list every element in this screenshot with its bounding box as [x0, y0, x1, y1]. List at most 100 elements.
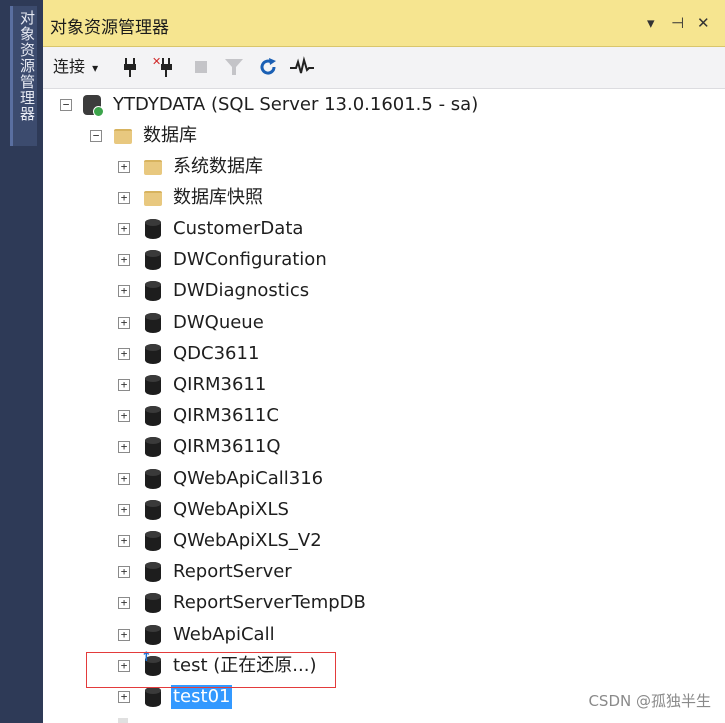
panel-titlebar: 对象资源管理器 ▾ ⊣ ✕: [43, 0, 725, 47]
tree-database-item[interactable]: + QDC3611: [43, 342, 725, 366]
database-icon: [145, 531, 161, 551]
database-icon: [145, 437, 161, 458]
database-label: QWebApiXLS_V2: [173, 530, 322, 551]
tree-server-node[interactable]: − YTDYDATA (SQL Server 13.0.1601.5 - sa): [43, 93, 725, 117]
expand-icon[interactable]: +: [118, 223, 130, 235]
expand-icon[interactable]: +: [118, 347, 130, 360]
window-position-dropdown-icon[interactable]: ▾: [647, 14, 655, 32]
database-label: QWebApiXLS: [173, 498, 289, 520]
tree-database-item[interactable]: + QIRM3611Q: [43, 435, 725, 459]
tree-database-item[interactable]: + QIRM3611: [43, 373, 725, 397]
selected-db-label: test01: [171, 685, 233, 709]
tree-database-item[interactable]: + ReportServer: [43, 560, 725, 584]
expand-icon[interactable]: +: [118, 316, 130, 329]
server-connected-dot: [93, 106, 104, 117]
watermark: CSDN @孤独半生: [588, 692, 711, 710]
tree-databases-folder[interactable]: − 数据库: [43, 124, 725, 148]
expand-icon[interactable]: +: [118, 566, 130, 579]
tree-database-item[interactable]: + DWConfiguration: [43, 248, 725, 272]
database-label: QIRM3611Q: [173, 436, 281, 458]
stop-icon[interactable]: [194, 56, 208, 78]
database-label: ReportServerTempDB: [173, 592, 366, 614]
database-icon: [145, 312, 161, 333]
database-icon: [145, 343, 161, 364]
database-label: QIRM3611C: [173, 405, 279, 427]
folder-icon: [114, 129, 132, 144]
expand-icon[interactable]: +: [118, 254, 130, 267]
tree-database-item[interactable]: + ReportServerTempDB: [43, 591, 725, 615]
database-label: ReportServer: [173, 561, 292, 583]
expand-icon[interactable]: +: [118, 379, 130, 391]
expand-icon[interactable]: +: [118, 628, 130, 641]
expand-icon[interactable]: +: [118, 503, 130, 516]
disconnect-icon[interactable]: ✕: [152, 55, 174, 78]
folder-icon: [144, 160, 162, 175]
tree-database-item[interactable]: + WebApiCall: [43, 623, 725, 647]
database-icon: [145, 624, 161, 645]
database-icon: [145, 687, 161, 707]
database-label: DWQueue: [173, 311, 264, 333]
close-icon[interactable]: ✕: [697, 14, 710, 32]
expand-icon[interactable]: +: [118, 535, 130, 547]
tree-database-item[interactable]: + QWebApiXLS_V2: [43, 529, 725, 553]
object-explorer-panel: 对象资源管理器 ▾ ⊣ ✕ 连接 ▾ ✕ − YTDYDATA (SQL Ser…: [43, 0, 725, 723]
tree-database-item[interactable]: + QIRM3611C: [43, 404, 725, 428]
expand-icon[interactable]: +: [118, 472, 130, 485]
database-icon: [145, 375, 161, 395]
annotation-highlight-box: [86, 652, 336, 688]
expand-icon[interactable]: +: [118, 691, 130, 703]
database-icon: [145, 281, 161, 302]
connect-label: 连接: [53, 57, 86, 76]
chevron-down-icon: ▾: [92, 61, 99, 75]
collapse-icon[interactable]: −: [90, 130, 102, 142]
database-label: CustomerData: [173, 218, 304, 239]
connect-button[interactable]: 连接 ▾: [53, 56, 98, 78]
tree-system-databases[interactable]: + 系统数据库: [43, 155, 725, 179]
collapse-icon[interactable]: −: [60, 99, 72, 111]
expand-icon[interactable]: +: [118, 597, 130, 610]
database-icon: [145, 250, 161, 271]
partial-row-cutoff: [118, 718, 128, 723]
filter-icon[interactable]: [224, 56, 244, 78]
expand-icon[interactable]: +: [118, 192, 130, 204]
tree-database-item[interactable]: + DWQueue: [43, 311, 725, 335]
tree-database-item[interactable]: + CustomerData: [43, 217, 725, 241]
databases-folder-label: 数据库: [143, 125, 197, 146]
database-icon: [145, 406, 161, 427]
tree-database-item[interactable]: + QWebApiXLS: [43, 498, 725, 522]
snapshots-label: 数据库快照: [173, 187, 263, 208]
database-label: QIRM3611: [173, 374, 267, 395]
database-icon: [145, 468, 161, 489]
side-tab-label: 对象资源管理器: [18, 10, 36, 122]
tree-database-snapshots[interactable]: + 数据库快照: [43, 186, 725, 210]
system-databases-label: 系统数据库: [173, 156, 263, 177]
explorer-toolbar: 连接 ▾ ✕: [43, 47, 725, 89]
refresh-icon[interactable]: [257, 56, 279, 78]
expand-icon[interactable]: +: [118, 285, 130, 298]
side-dock-strip: 对象资源管理器: [0, 0, 43, 723]
expand-icon[interactable]: +: [118, 410, 130, 423]
folder-icon: [144, 191, 162, 206]
database-label: QWebApiCall316: [173, 467, 324, 489]
database-label: DWConfiguration: [173, 249, 327, 271]
object-tree: − YTDYDATA (SQL Server 13.0.1601.5 - sa)…: [43, 88, 725, 723]
database-label: QDC3611: [173, 342, 260, 364]
tree-database-item[interactable]: + QWebApiCall316: [43, 467, 725, 491]
tree-database-item[interactable]: + DWDiagnostics: [43, 279, 725, 303]
database-label: WebApiCall: [173, 623, 275, 645]
activity-monitor-icon[interactable]: [289, 56, 315, 78]
database-icon: [145, 562, 161, 583]
database-icon: [145, 219, 161, 239]
panel-title: 对象资源管理器: [50, 18, 169, 38]
database-label: DWDiagnostics: [173, 280, 310, 302]
svg-text:✕: ✕: [152, 56, 161, 68]
server-label: YTDYDATA (SQL Server 13.0.1601.5 - sa): [113, 94, 479, 115]
connect-icon[interactable]: [122, 56, 138, 78]
server-icon: [83, 95, 104, 117]
pin-icon[interactable]: ⊣: [671, 14, 684, 32]
database-icon: [145, 593, 161, 614]
database-icon: [145, 499, 161, 520]
expand-icon[interactable]: +: [118, 161, 130, 173]
expand-icon[interactable]: +: [118, 441, 130, 454]
side-tab-object-explorer[interactable]: 对象资源管理器: [10, 6, 37, 146]
